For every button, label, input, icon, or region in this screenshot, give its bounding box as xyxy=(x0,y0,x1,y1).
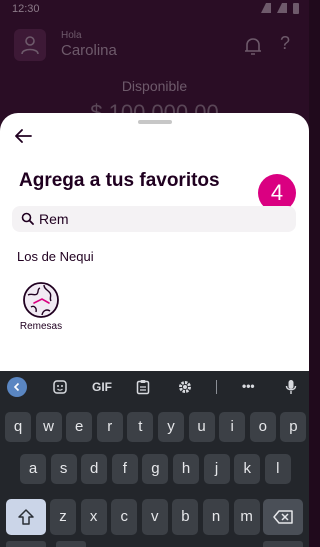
key-z[interactable]: z xyxy=(50,499,76,535)
user-icon xyxy=(21,36,39,55)
key-n[interactable]: n xyxy=(203,499,229,535)
battery-icon xyxy=(293,3,299,14)
shift-key[interactable] xyxy=(6,499,46,535)
key-x[interactable]: x xyxy=(80,499,107,535)
user-name: Carolina xyxy=(61,42,117,59)
avatar xyxy=(14,29,46,61)
favorite-item-remesas[interactable]: Remesas xyxy=(16,279,66,339)
key-y[interactable]: y xyxy=(158,412,184,442)
key-s[interactable]: s xyxy=(50,454,77,484)
key-e[interactable]: e xyxy=(66,412,93,442)
toolbar-divider xyxy=(216,380,217,394)
search-input[interactable] xyxy=(39,206,279,232)
keyboard-collapse-button[interactable] xyxy=(7,377,27,397)
search-icon xyxy=(21,212,34,225)
section-label: Los de Nequi xyxy=(17,249,94,264)
key-o[interactable]: o xyxy=(249,412,276,442)
key-m[interactable]: m xyxy=(233,499,260,535)
key-row-1: qwertyuiop xyxy=(0,412,309,448)
key-a[interactable]: a xyxy=(20,454,46,484)
chevron-left-icon xyxy=(13,382,20,392)
bell-icon xyxy=(245,38,261,55)
sheet-handle[interactable] xyxy=(138,120,172,124)
keyboard: GIF ••• qwertyuiop asdfghjkl z x c v b n… xyxy=(0,371,309,547)
status-time: 12:30 xyxy=(12,3,40,15)
status-icons xyxy=(261,3,299,14)
key-k[interactable]: k xyxy=(234,454,261,484)
shift-icon xyxy=(18,509,34,525)
backspace-icon xyxy=(273,510,293,524)
key-b[interactable]: b xyxy=(172,499,199,535)
key-row-3: zxcvbnm xyxy=(0,499,309,535)
key-c[interactable]: c xyxy=(111,499,138,535)
favorite-label: Remesas xyxy=(19,321,63,332)
backspace-key[interactable] xyxy=(263,499,303,535)
key-r[interactable]: r xyxy=(96,412,123,442)
key-p[interactable]: p xyxy=(280,412,307,442)
globe-icon xyxy=(23,282,59,318)
gear-icon xyxy=(179,381,191,393)
sticker-icon xyxy=(53,380,67,394)
settings-button[interactable] xyxy=(177,379,193,395)
sheet-title: Agrega a tus favoritos xyxy=(19,170,220,191)
background-app: 12:30 Hola Carolina ? Disponible $ 100.0… xyxy=(0,0,309,130)
keyboard-bottom-row xyxy=(0,541,309,547)
add-favorites-sheet: Agrega a tus favoritos 4 Los de Nequi Re… xyxy=(0,113,309,371)
key-v[interactable]: v xyxy=(141,499,168,535)
key-g[interactable]: g xyxy=(142,454,169,484)
key-row-2: asdfghjkl xyxy=(0,454,309,490)
key-f[interactable]: f xyxy=(111,454,138,484)
search-box[interactable] xyxy=(12,206,296,232)
key-l[interactable]: l xyxy=(264,454,291,484)
more-button[interactable]: ••• xyxy=(242,379,255,393)
back-button[interactable] xyxy=(10,123,36,149)
key-h[interactable]: h xyxy=(173,454,199,484)
keyboard-toolbar: GIF ••• xyxy=(0,371,309,403)
clipboard-icon xyxy=(136,380,150,395)
signal-icon xyxy=(277,3,287,13)
key-i[interactable]: i xyxy=(219,412,246,442)
key-t[interactable]: t xyxy=(127,412,154,442)
wifi-icon xyxy=(261,3,271,13)
arrow-left-icon xyxy=(15,129,32,143)
key-d[interactable]: d xyxy=(81,454,108,484)
sticker-button[interactable] xyxy=(52,379,68,395)
key-j[interactable]: j xyxy=(203,454,230,484)
key-q[interactable]: q xyxy=(5,412,31,442)
key-w[interactable]: w xyxy=(35,412,62,442)
voice-input-button[interactable] xyxy=(285,379,297,395)
status-bar: 12:30 xyxy=(0,0,309,18)
key-u[interactable]: u xyxy=(188,412,215,442)
gif-button[interactable]: GIF xyxy=(92,380,112,394)
microphone-icon xyxy=(285,380,297,394)
greeting-small: Hola xyxy=(61,30,82,41)
available-label: Disponible xyxy=(121,78,188,94)
help-icon: ? xyxy=(280,33,291,53)
clipboard-button[interactable] xyxy=(136,379,150,395)
